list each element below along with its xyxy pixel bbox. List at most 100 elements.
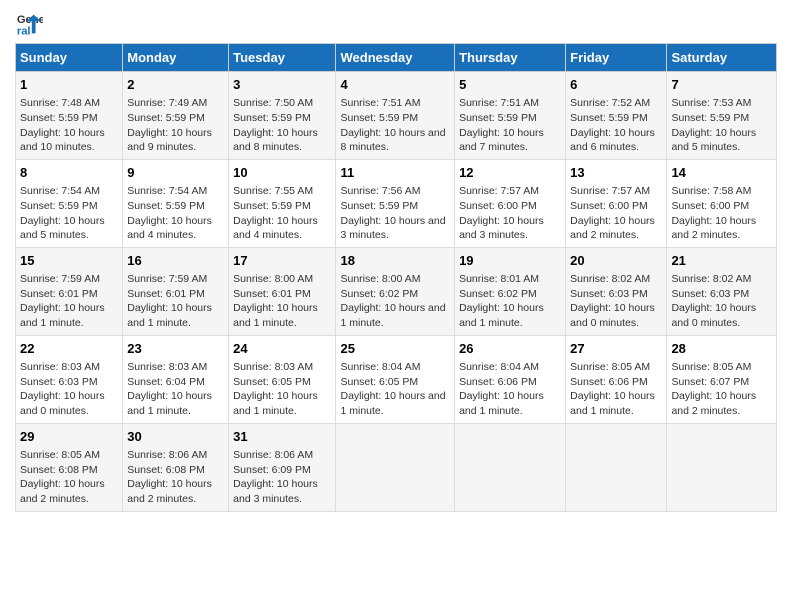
cell-info: Sunrise: 8:03 AM Sunset: 6:05 PM Dayligh… <box>233 360 331 419</box>
day-number: 24 <box>233 340 331 358</box>
day-number: 31 <box>233 428 331 446</box>
week-row-2: 8 Sunrise: 7:54 AM Sunset: 5:59 PM Daylig… <box>16 159 777 247</box>
header-thursday: Thursday <box>455 44 566 72</box>
cell-info: Sunrise: 7:50 AM Sunset: 5:59 PM Dayligh… <box>233 96 331 155</box>
header-sunday: Sunday <box>16 44 123 72</box>
calendar-cell: 9 Sunrise: 7:54 AM Sunset: 5:59 PM Daylig… <box>123 159 229 247</box>
header-friday: Friday <box>566 44 667 72</box>
cell-info: Sunrise: 8:06 AM Sunset: 6:08 PM Dayligh… <box>127 448 224 507</box>
calendar-cell: 23 Sunrise: 8:03 AM Sunset: 6:04 PM Dayli… <box>123 335 229 423</box>
logo: Gene ral <box>15 10 47 38</box>
day-number: 4 <box>340 76 450 94</box>
calendar-cell <box>455 423 566 511</box>
calendar-cell <box>667 423 777 511</box>
week-row-5: 29Sunrise: 8:05 AM Sunset: 6:08 PM Dayli… <box>16 423 777 511</box>
cell-info: Sunrise: 8:04 AM Sunset: 6:06 PM Dayligh… <box>459 360 561 419</box>
calendar-cell <box>336 423 455 511</box>
header: Gene ral <box>15 10 777 38</box>
cell-info: Sunrise: 7:53 AM Sunset: 5:59 PM Dayligh… <box>671 96 772 155</box>
calendar-cell: 5 Sunrise: 7:51 AM Sunset: 5:59 PM Daylig… <box>455 72 566 160</box>
calendar-cell: 16 Sunrise: 7:59 AM Sunset: 6:01 PM Dayli… <box>123 247 229 335</box>
cell-info: Sunrise: 7:51 AM Sunset: 5:59 PM Dayligh… <box>459 96 561 155</box>
cell-info: Sunrise: 8:05 AM Sunset: 6:06 PM Dayligh… <box>570 360 662 419</box>
day-number: 5 <box>459 76 561 94</box>
day-number: 12 <box>459 164 561 182</box>
cell-info: Sunrise: 7:56 AM Sunset: 5:59 PM Dayligh… <box>340 184 450 243</box>
day-number: 26 <box>459 340 561 358</box>
day-number: 8 <box>20 164 118 182</box>
cell-info: Sunrise: 7:57 AM Sunset: 6:00 PM Dayligh… <box>570 184 662 243</box>
calendar-cell: 12 Sunrise: 7:57 AM Sunset: 6:00 PM Dayli… <box>455 159 566 247</box>
calendar-header-row: SundayMondayTuesdayWednesdayThursdayFrid… <box>16 44 777 72</box>
day-number: 7 <box>671 76 772 94</box>
calendar-cell: 1Sunrise: 7:48 AM Sunset: 5:59 PM Daylig… <box>16 72 123 160</box>
cell-info: Sunrise: 8:00 AM Sunset: 6:02 PM Dayligh… <box>340 272 450 331</box>
day-number: 22 <box>20 340 118 358</box>
cell-info: Sunrise: 8:03 AM Sunset: 6:03 PM Dayligh… <box>20 360 118 419</box>
cell-info: Sunrise: 8:01 AM Sunset: 6:02 PM Dayligh… <box>459 272 561 331</box>
week-row-3: 15 Sunrise: 7:59 AM Sunset: 6:01 PM Dayli… <box>16 247 777 335</box>
cell-info: Sunrise: 8:02 AM Sunset: 6:03 PM Dayligh… <box>671 272 772 331</box>
day-number: 20 <box>570 252 662 270</box>
day-number: 15 <box>20 252 118 270</box>
cell-info: Sunrise: 7:52 AM Sunset: 5:59 PM Dayligh… <box>570 96 662 155</box>
calendar-cell: 8 Sunrise: 7:54 AM Sunset: 5:59 PM Daylig… <box>16 159 123 247</box>
calendar-cell: 13 Sunrise: 7:57 AM Sunset: 6:00 PM Dayli… <box>566 159 667 247</box>
calendar-cell: 2 Sunrise: 7:49 AM Sunset: 5:59 PM Daylig… <box>123 72 229 160</box>
day-number: 2 <box>127 76 224 94</box>
cell-info: Sunrise: 7:58 AM Sunset: 6:00 PM Dayligh… <box>671 184 772 243</box>
cell-info: Sunrise: 7:48 AM Sunset: 5:59 PM Dayligh… <box>20 96 118 155</box>
header-tuesday: Tuesday <box>229 44 336 72</box>
cell-info: Sunrise: 7:55 AM Sunset: 5:59 PM Dayligh… <box>233 184 331 243</box>
calendar-cell: 27 Sunrise: 8:05 AM Sunset: 6:06 PM Dayli… <box>566 335 667 423</box>
day-number: 21 <box>671 252 772 270</box>
cell-info: Sunrise: 8:03 AM Sunset: 6:04 PM Dayligh… <box>127 360 224 419</box>
calendar-cell: 20 Sunrise: 8:02 AM Sunset: 6:03 PM Dayli… <box>566 247 667 335</box>
day-number: 14 <box>671 164 772 182</box>
day-number: 23 <box>127 340 224 358</box>
calendar-cell: 11 Sunrise: 7:56 AM Sunset: 5:59 PM Dayli… <box>336 159 455 247</box>
calendar-cell: 14 Sunrise: 7:58 AM Sunset: 6:00 PM Dayli… <box>667 159 777 247</box>
calendar-cell: 17Sunrise: 8:00 AM Sunset: 6:01 PM Dayli… <box>229 247 336 335</box>
day-number: 11 <box>340 164 450 182</box>
calendar-cell: 6 Sunrise: 7:52 AM Sunset: 5:59 PM Daylig… <box>566 72 667 160</box>
day-number: 13 <box>570 164 662 182</box>
header-wednesday: Wednesday <box>336 44 455 72</box>
cell-info: Sunrise: 7:49 AM Sunset: 5:59 PM Dayligh… <box>127 96 224 155</box>
day-number: 16 <box>127 252 224 270</box>
day-number: 30 <box>127 428 224 446</box>
calendar-cell: 4 Sunrise: 7:51 AM Sunset: 5:59 PM Daylig… <box>336 72 455 160</box>
cell-info: Sunrise: 7:57 AM Sunset: 6:00 PM Dayligh… <box>459 184 561 243</box>
week-row-4: 22 Sunrise: 8:03 AM Sunset: 6:03 PM Dayli… <box>16 335 777 423</box>
header-monday: Monday <box>123 44 229 72</box>
day-number: 28 <box>671 340 772 358</box>
cell-info: Sunrise: 7:51 AM Sunset: 5:59 PM Dayligh… <box>340 96 450 155</box>
calendar-cell <box>566 423 667 511</box>
calendar-cell: 7 Sunrise: 7:53 AM Sunset: 5:59 PM Daylig… <box>667 72 777 160</box>
day-number: 10 <box>233 164 331 182</box>
day-number: 18 <box>340 252 450 270</box>
day-number: 9 <box>127 164 224 182</box>
calendar-cell: 10 Sunrise: 7:55 AM Sunset: 5:59 PM Dayli… <box>229 159 336 247</box>
cell-info: Sunrise: 7:59 AM Sunset: 6:01 PM Dayligh… <box>127 272 224 331</box>
cell-info: Sunrise: 8:04 AM Sunset: 6:05 PM Dayligh… <box>340 360 450 419</box>
calendar-cell: 25 Sunrise: 8:04 AM Sunset: 6:05 PM Dayli… <box>336 335 455 423</box>
calendar-cell: 21 Sunrise: 8:02 AM Sunset: 6:03 PM Dayli… <box>667 247 777 335</box>
day-number: 6 <box>570 76 662 94</box>
calendar-cell: 29Sunrise: 8:05 AM Sunset: 6:08 PM Dayli… <box>16 423 123 511</box>
calendar-cell: 19Sunrise: 8:01 AM Sunset: 6:02 PM Dayli… <box>455 247 566 335</box>
cell-info: Sunrise: 8:02 AM Sunset: 6:03 PM Dayligh… <box>570 272 662 331</box>
day-number: 3 <box>233 76 331 94</box>
cell-info: Sunrise: 7:54 AM Sunset: 5:59 PM Dayligh… <box>127 184 224 243</box>
day-number: 25 <box>340 340 450 358</box>
header-saturday: Saturday <box>667 44 777 72</box>
cell-info: Sunrise: 8:05 AM Sunset: 6:08 PM Dayligh… <box>20 448 118 507</box>
logo-icon: Gene ral <box>15 10 43 38</box>
calendar-cell: 15Sunrise: 7:59 AM Sunset: 6:01 PM Dayli… <box>16 247 123 335</box>
cell-info: Sunrise: 8:06 AM Sunset: 6:09 PM Dayligh… <box>233 448 331 507</box>
calendar-cell: 24 Sunrise: 8:03 AM Sunset: 6:05 PM Dayli… <box>229 335 336 423</box>
cell-info: Sunrise: 8:05 AM Sunset: 6:07 PM Dayligh… <box>671 360 772 419</box>
day-number: 27 <box>570 340 662 358</box>
cell-info: Sunrise: 7:54 AM Sunset: 5:59 PM Dayligh… <box>20 184 118 243</box>
calendar-cell: 22 Sunrise: 8:03 AM Sunset: 6:03 PM Dayli… <box>16 335 123 423</box>
